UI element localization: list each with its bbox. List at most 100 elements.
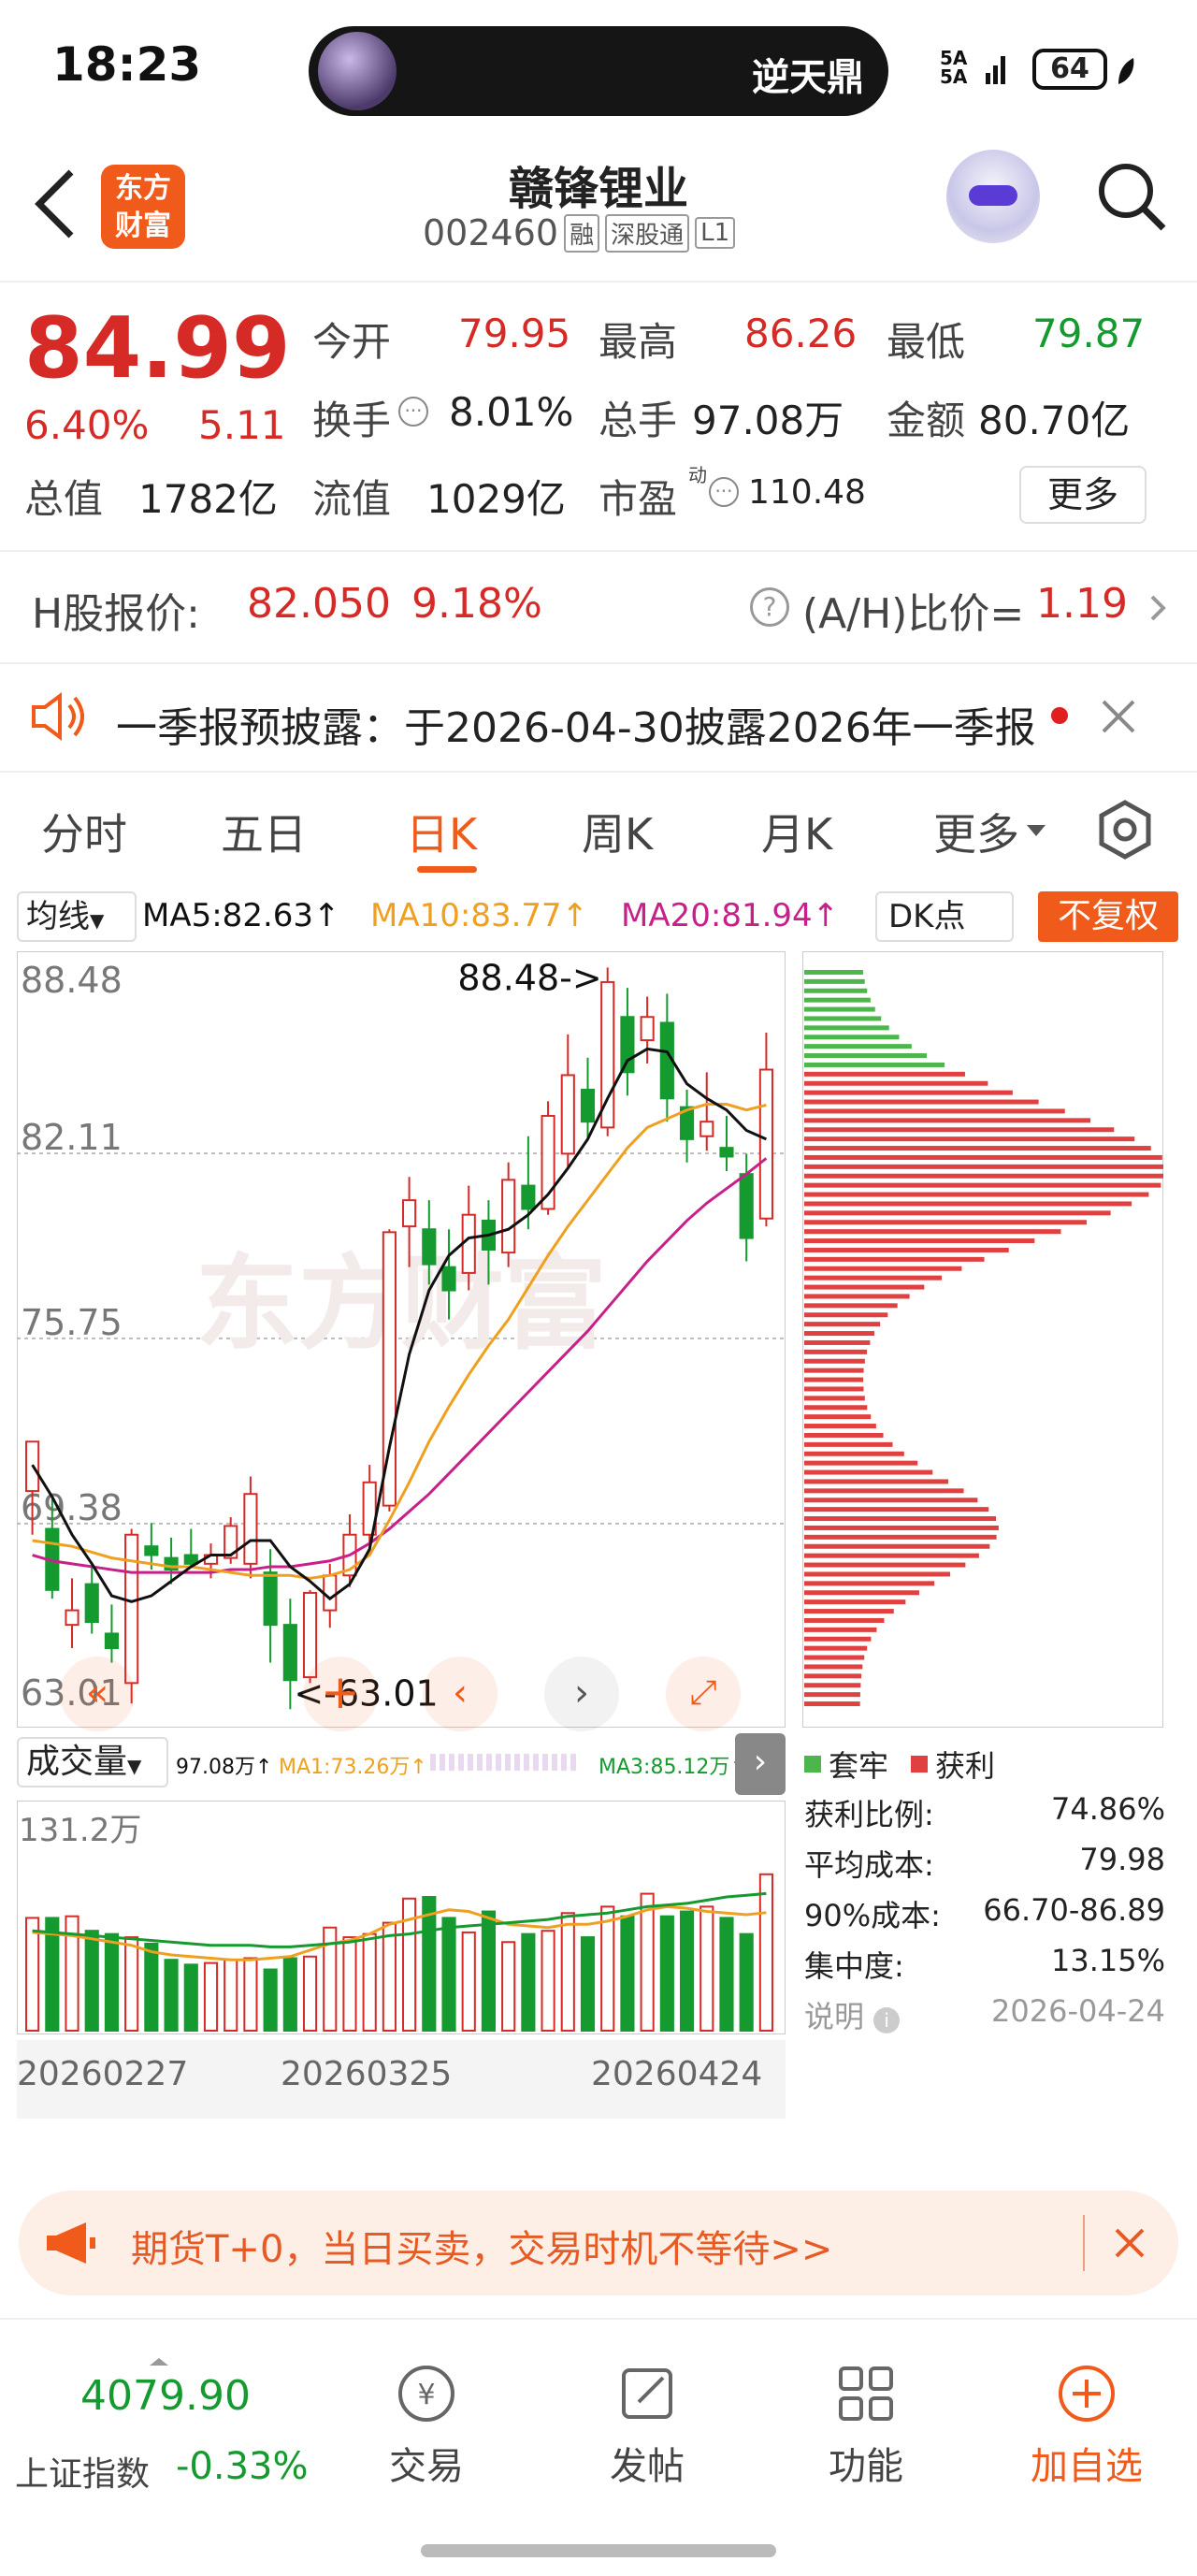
gear-icon[interactable]: [1094, 799, 1156, 861]
volume-bar: [541, 1930, 555, 2032]
index-value[interactable]: 4079.90: [80, 2372, 251, 2420]
functions-button[interactable]: 功能: [817, 2361, 915, 2490]
close-icon[interactable]: [1111, 2224, 1148, 2262]
candle-body: [323, 1574, 338, 1612]
chip-bar: [804, 1432, 884, 1438]
info-icon[interactable]: i: [873, 2007, 901, 2033]
tab-weekly-k[interactable]: 周K: [582, 801, 653, 862]
tab-five-day[interactable]: 五日: [221, 801, 307, 862]
chip-bar: [804, 1386, 864, 1392]
chevron-right-icon[interactable]: ›: [544, 1657, 619, 1731]
dk-point-selector[interactable]: DK点: [875, 891, 1014, 942]
chip-bar: [804, 1645, 868, 1651]
chip-bar: [804, 1154, 1162, 1160]
chip-bar: [804, 1516, 997, 1522]
post-button[interactable]: 发帖: [598, 2361, 696, 2490]
volume-bar: [224, 1959, 238, 2033]
tab-intraday[interactable]: 分时: [41, 801, 127, 862]
stat-value: 66.70-86.89: [983, 1892, 1165, 1928]
chip-bar: [804, 988, 868, 993]
period-tabs: 分时 五日 日K 周K 月K 更多: [0, 771, 1197, 885]
chip-bar: [804, 1266, 962, 1271]
status-bar: 18:23 逆天鼎 5A 5A 64: [0, 0, 1197, 131]
trade-button[interactable]: ¥ 交易: [378, 2361, 475, 2490]
high-label: 最高: [598, 319, 678, 365]
volume-bar: [600, 1905, 615, 2032]
chip-bar: [804, 1590, 919, 1596]
chip-bar: [804, 1238, 1035, 1244]
last-price: 84.99: [24, 299, 291, 398]
turnover-label: 换手: [312, 398, 392, 443]
caret-down-icon: ▼: [90, 909, 105, 932]
chip-stat-row: 平均成本: 79.98: [804, 1842, 1165, 1892]
h-share-row[interactable]: H股报价: 82.050 9.18% ? (A/H)比价= 1.19: [0, 550, 1197, 664]
edit-icon: [622, 2368, 672, 2419]
add-watchlist-button[interactable]: 加自选: [1021, 2361, 1152, 2490]
chip-stats: 获利比例: 74.86% 平均成本: 79.98 90%成本: 66.70-86.89…: [804, 1791, 1165, 2044]
chip-bar: [804, 1173, 1163, 1179]
legend-trapped: 套牢: [829, 1748, 889, 1784]
rewind-icon[interactable]: «: [60, 1657, 135, 1731]
low-label: 最低: [887, 319, 966, 365]
live-island[interactable]: 逆天鼎: [309, 26, 888, 116]
tag-connect: 深股通: [605, 213, 690, 253]
volume-bar: [104, 1932, 120, 2033]
volume-indicator-selector[interactable]: 成交量▼: [17, 1737, 168, 1787]
info-dots-icon[interactable]: ···: [398, 397, 428, 427]
candle-body: [461, 1213, 476, 1274]
chip-bar: [804, 1692, 860, 1698]
trade-label: 交易: [389, 2445, 464, 2488]
candlestick-chart[interactable]: 88.4882.1175.7569.3863.01东方财富88.48-><-63…: [17, 951, 786, 1728]
chip-stat-row[interactable]: 说明 i 2026-04-24: [804, 1993, 1165, 2044]
stat-value: 2026-04-24: [991, 1993, 1165, 2029]
help-icon[interactable]: ?: [750, 587, 789, 627]
chip-bar: [804, 969, 863, 975]
chip-bar: [804, 1192, 1149, 1197]
volume-bar: [84, 1930, 99, 2032]
blurred-legend: [430, 1754, 580, 1771]
chip-bar: [804, 1636, 872, 1642]
chip-bar: [804, 1460, 918, 1466]
amount-label: 金额: [887, 398, 966, 443]
tab-daily-k[interactable]: 日K: [406, 801, 477, 862]
volume-bar: [382, 1921, 397, 2032]
volume-bar: [25, 1917, 40, 2032]
chip-bar: [804, 1303, 898, 1309]
vol-ma3-legend: MA3:85.12万↑: [598, 1756, 747, 1779]
zoom-in-icon[interactable]: +: [303, 1657, 378, 1731]
chevron-left-icon[interactable]: ‹: [423, 1657, 498, 1731]
notice-bar[interactable]: 一季报预披露：于2026-04-30披露2026年一季报: [0, 666, 1197, 769]
candle-body: [124, 1533, 139, 1685]
chip-bar: [804, 1534, 997, 1540]
battery-icon: 64: [1032, 49, 1107, 90]
chip-bar: [804, 1396, 865, 1401]
more-quote-button[interactable]: 更多: [1019, 466, 1147, 524]
divider: [1083, 2215, 1085, 2271]
adjust-mode-button[interactable]: 不复权: [1038, 891, 1178, 942]
tab-monthly-k[interactable]: 月K: [761, 801, 832, 862]
search-icon[interactable]: [1094, 159, 1169, 234]
ma10-legend: MA10:83.77↑: [370, 897, 589, 934]
chip-bar: [804, 1701, 860, 1707]
info-dots-icon[interactable]: ···: [709, 477, 739, 507]
tab-more[interactable]: 更多: [933, 801, 1019, 862]
volume-bar: [679, 1910, 695, 2032]
clock: 18:23: [52, 37, 202, 92]
chip-bar: [804, 1118, 1091, 1123]
chip-bar: [804, 1469, 933, 1475]
open-label: 今开: [312, 319, 392, 365]
h-share-label: H股报价:: [32, 590, 200, 638]
grid-icon: [839, 2366, 893, 2421]
close-icon[interactable]: [1096, 694, 1141, 739]
volume-bar: [719, 1917, 734, 2032]
expand-icon[interactable]: ⤢: [666, 1657, 741, 1731]
candle-body: [560, 1074, 575, 1155]
legend-profit: 获利: [935, 1748, 996, 1784]
futures-promo-banner[interactable]: 期货T+0，当日买卖，交易时机不等待>>: [19, 2191, 1178, 2295]
chip-bar: [804, 1035, 900, 1040]
chevron-right-icon[interactable]: ›: [735, 1733, 786, 1795]
assistant-robot-icon[interactable]: [946, 150, 1040, 243]
post-label: 发帖: [610, 2445, 685, 2488]
ma-selector[interactable]: 均线▼: [17, 891, 137, 942]
chip-bar: [804, 1080, 988, 1086]
